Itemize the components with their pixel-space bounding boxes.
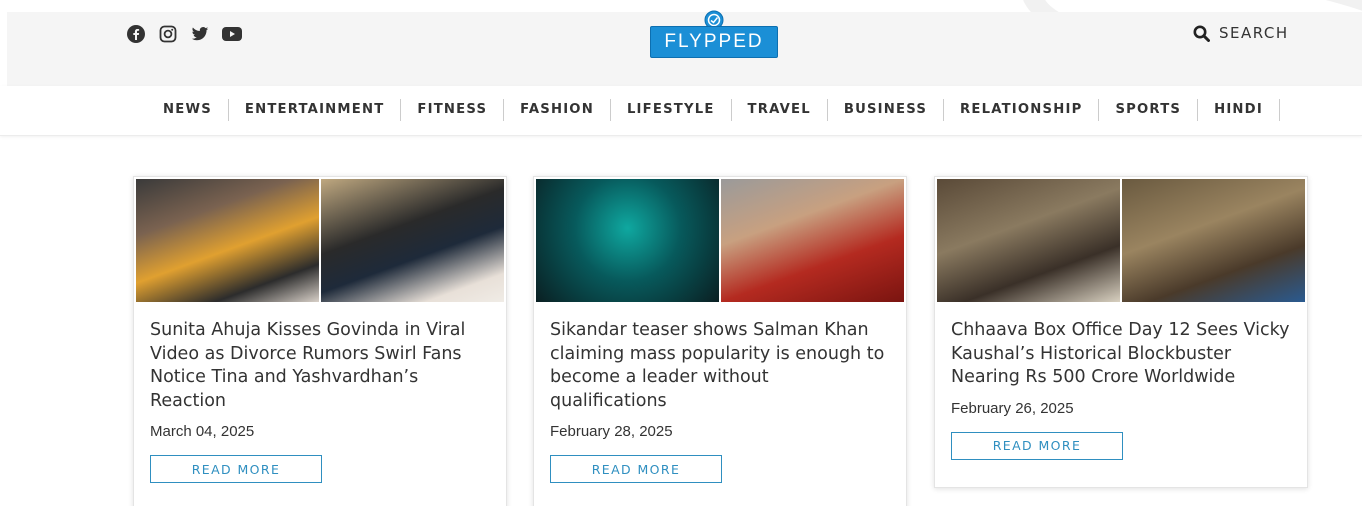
facebook-icon[interactable] [126, 24, 146, 44]
nav-item-fashion[interactable]: FASHION [504, 99, 611, 121]
thumbnail-photo [721, 179, 904, 302]
thumbnail-photo [321, 179, 504, 302]
article-thumbnail[interactable] [534, 177, 906, 302]
nav-item-travel[interactable]: TRAVEL [732, 99, 828, 121]
nav-item-news[interactable]: NEWS [148, 99, 229, 121]
article-card: Chhaava Box Office Day 12 Sees Vicky Kau… [934, 176, 1308, 488]
read-more-button[interactable]: READ MORE [951, 431, 1123, 460]
article-title[interactable]: Sikandar teaser shows Salman Khan claimi… [550, 319, 890, 413]
twitter-icon[interactable] [190, 24, 210, 44]
article-title[interactable]: Chhaava Box Office Day 12 Sees Vicky Kau… [951, 319, 1291, 390]
article-thumbnail[interactable] [935, 177, 1307, 302]
search-button[interactable]: SEARCH [1193, 24, 1289, 42]
article-card: Sikandar teaser shows Salman Khan claimi… [533, 176, 907, 506]
thumbnail-photo [1122, 179, 1305, 302]
read-more-button[interactable]: READ MORE [550, 455, 722, 483]
logo-plate: FLYPPED [650, 26, 778, 58]
nav-item-sports[interactable]: SPORTS [1099, 99, 1199, 121]
nav-item-entertainment[interactable]: ENTERTAINMENT [229, 99, 402, 121]
nav-item-lifestyle[interactable]: LIFESTYLE [611, 99, 732, 121]
article-card: Sunita Ahuja Kisses Govinda in Viral Vid… [133, 176, 507, 506]
article-date: February 28, 2025 [550, 423, 673, 440]
article-date: February 26, 2025 [951, 399, 1074, 417]
search-label: SEARCH [1219, 24, 1289, 42]
article-date: March 04, 2025 [150, 423, 255, 440]
nav-list: NEWS ENTERTAINMENT FITNESS FASHION LIFES… [148, 86, 1280, 134]
nav-item-business[interactable]: BUSINESS [828, 99, 945, 121]
nav-item-fitness[interactable]: FITNESS [401, 99, 505, 121]
instagram-icon[interactable] [158, 24, 178, 44]
thumbnail-photo [136, 179, 319, 302]
logo-text: FLYPPED [664, 31, 764, 52]
nav-item-hindi[interactable]: HINDI [1198, 99, 1280, 121]
site-logo[interactable]: FLYPPED [650, 10, 778, 58]
youtube-icon[interactable] [222, 24, 242, 44]
thumbnail-photo [536, 179, 719, 302]
article-thumbnail[interactable] [134, 177, 506, 302]
thumbnail-photo [937, 179, 1120, 302]
search-icon [1193, 25, 1210, 42]
article-title[interactable]: Sunita Ahuja Kisses Govinda in Viral Vid… [150, 319, 490, 413]
social-links [126, 24, 242, 44]
main-nav: NEWS ENTERTAINMENT FITNESS FASHION LIFES… [0, 86, 1362, 136]
read-more-button[interactable]: READ MORE [150, 455, 322, 483]
nav-item-relationship[interactable]: RELATIONSHIP [944, 99, 1100, 121]
